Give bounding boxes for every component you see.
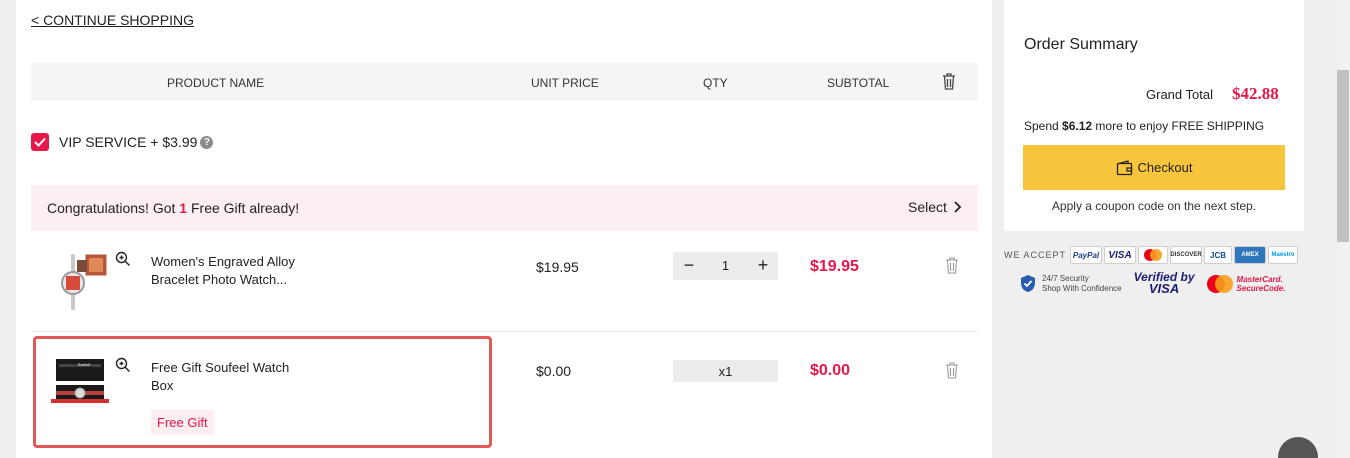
increase-qty-button[interactable]: + bbox=[753, 255, 773, 276]
gift-count: 1 bbox=[179, 200, 188, 216]
svg-text:Soufeel: Soufeel bbox=[78, 362, 91, 367]
continue-shopping-link[interactable]: < CONTINUE SHOPPING bbox=[31, 12, 194, 28]
maestro-icon: Maestro bbox=[1268, 246, 1299, 264]
free-shipping-note: Spend $6.12 more to enjoy FREE SHIPPING bbox=[1024, 119, 1264, 133]
item-subtotal: $19.95 bbox=[810, 258, 859, 275]
shield-check-icon bbox=[1021, 275, 1035, 292]
security-line2: Shop With Confidence bbox=[1042, 283, 1122, 293]
paypal-icon: PayPal bbox=[1070, 246, 1103, 264]
mastercard-icon bbox=[1138, 246, 1169, 264]
visa-icon: VISA bbox=[1104, 246, 1137, 264]
chevron-right-icon bbox=[954, 201, 962, 213]
security-line1: 24/7 Security bbox=[1042, 273, 1089, 283]
vbv-line2: VISA bbox=[1148, 281, 1180, 296]
header-unit-price: UNIT PRICE bbox=[531, 76, 599, 90]
wallet-icon bbox=[1116, 159, 1132, 175]
order-summary-title: Order Summary bbox=[1024, 36, 1138, 53]
spend-amount: $6.12 bbox=[1062, 119, 1093, 133]
header-product-name: PRODUCT NAME bbox=[167, 76, 265, 90]
zoom-icon[interactable] bbox=[115, 357, 131, 373]
quantity-fixed: x1 bbox=[673, 360, 778, 382]
vip-label: VIP SERVICE + $3.99 bbox=[59, 134, 198, 150]
unit-price: $0.00 bbox=[536, 363, 572, 379]
select-gift-button[interactable]: Select bbox=[908, 199, 964, 215]
we-accept-label: WE ACCEPT bbox=[1004, 250, 1067, 260]
select-label: Select bbox=[908, 199, 947, 215]
mastercard-securecode-badge: MasterCard. SecureCode. bbox=[1205, 274, 1286, 294]
grand-total-value: $42.88 bbox=[1232, 84, 1279, 103]
header-subtotal: SUBTOTAL bbox=[827, 76, 890, 90]
security-text: 24/7 Security Shop With Confidence bbox=[1042, 274, 1122, 294]
jcb-icon: JCB bbox=[1204, 246, 1233, 264]
zoom-icon[interactable] bbox=[115, 251, 131, 267]
order-summary-panel: Order Summary Grand Total $42.88 Spend $… bbox=[1004, 0, 1304, 231]
verified-by-visa-badge: Verified by VISA bbox=[1134, 271, 1195, 296]
cart-panel: < CONTINUE SHOPPING PRODUCT NAME UNIT PR… bbox=[16, 0, 992, 458]
coupon-note: Apply a coupon code on the next step. bbox=[1051, 199, 1257, 213]
security-badges: 24/7 Security Shop With Confidence Verifi… bbox=[1020, 271, 1286, 296]
cart-item-row: Women's Engraved Alloy Bracelet Photo Wa… bbox=[31, 232, 978, 332]
question-icon[interactable]: ? bbox=[200, 135, 214, 149]
spend-prefix: Spend bbox=[1024, 119, 1063, 133]
gift-message-prefix: Congratulations! Got bbox=[47, 200, 180, 216]
header-qty: QTY bbox=[703, 76, 728, 90]
checkout-label: Checkout bbox=[1137, 160, 1193, 175]
vip-checkbox[interactable] bbox=[31, 133, 49, 151]
back-to-top-button[interactable] bbox=[1278, 437, 1318, 458]
vip-service-option[interactable]: VIP SERVICE + $3.99 ? bbox=[31, 133, 214, 151]
cart-item-row: Soufeel Free Gift Soufeel Watch Box Free… bbox=[31, 333, 978, 458]
mcsc-line2: SecureCode. bbox=[1236, 283, 1286, 293]
trash-icon[interactable] bbox=[945, 257, 959, 274]
quantity-value: x1 bbox=[718, 364, 733, 379]
product-image-watch-box[interactable]: Soufeel bbox=[51, 349, 109, 411]
unit-price: $19.95 bbox=[536, 259, 579, 275]
gift-message: Congratulations! Got 1 Free Gift already… bbox=[47, 200, 299, 216]
gift-message-suffix: Free Gift already! bbox=[187, 200, 300, 216]
product-name[interactable]: Women's Engraved Alloy Bracelet Photo Wa… bbox=[151, 253, 321, 289]
quantity-stepper: − 1 + bbox=[673, 252, 778, 280]
product-name[interactable]: Free Gift Soufeel Watch Box bbox=[151, 359, 301, 395]
scrollbar-thumb[interactable] bbox=[1337, 70, 1349, 242]
free-gift-banner: Congratulations! Got 1 Free Gift already… bbox=[31, 185, 978, 231]
product-image-watch[interactable] bbox=[51, 250, 117, 316]
discover-icon: DISCOVER bbox=[1170, 246, 1203, 264]
page-scrollbar[interactable] bbox=[1336, 0, 1350, 458]
cart-table-header: PRODUCT NAME UNIT PRICE QTY SUBTOTAL bbox=[31, 63, 978, 101]
delete-all-trash-icon[interactable] bbox=[942, 73, 956, 93]
amex-icon: AMEX bbox=[1234, 246, 1267, 264]
trash-icon[interactable] bbox=[945, 362, 959, 379]
spend-suffix: more to enjoy FREE SHIPPING bbox=[1092, 119, 1265, 133]
grand-total-label: Grand Total bbox=[1146, 87, 1213, 102]
item-subtotal: $0.00 bbox=[810, 362, 851, 379]
checkout-button[interactable]: Checkout bbox=[1023, 145, 1285, 190]
mcsc-line1: MasterCard. bbox=[1236, 274, 1283, 284]
payment-methods: WE ACCEPT PayPal VISA DISCOVER JCB AMEX … bbox=[1004, 246, 1300, 264]
free-gift-tag: Free Gift bbox=[151, 410, 214, 435]
